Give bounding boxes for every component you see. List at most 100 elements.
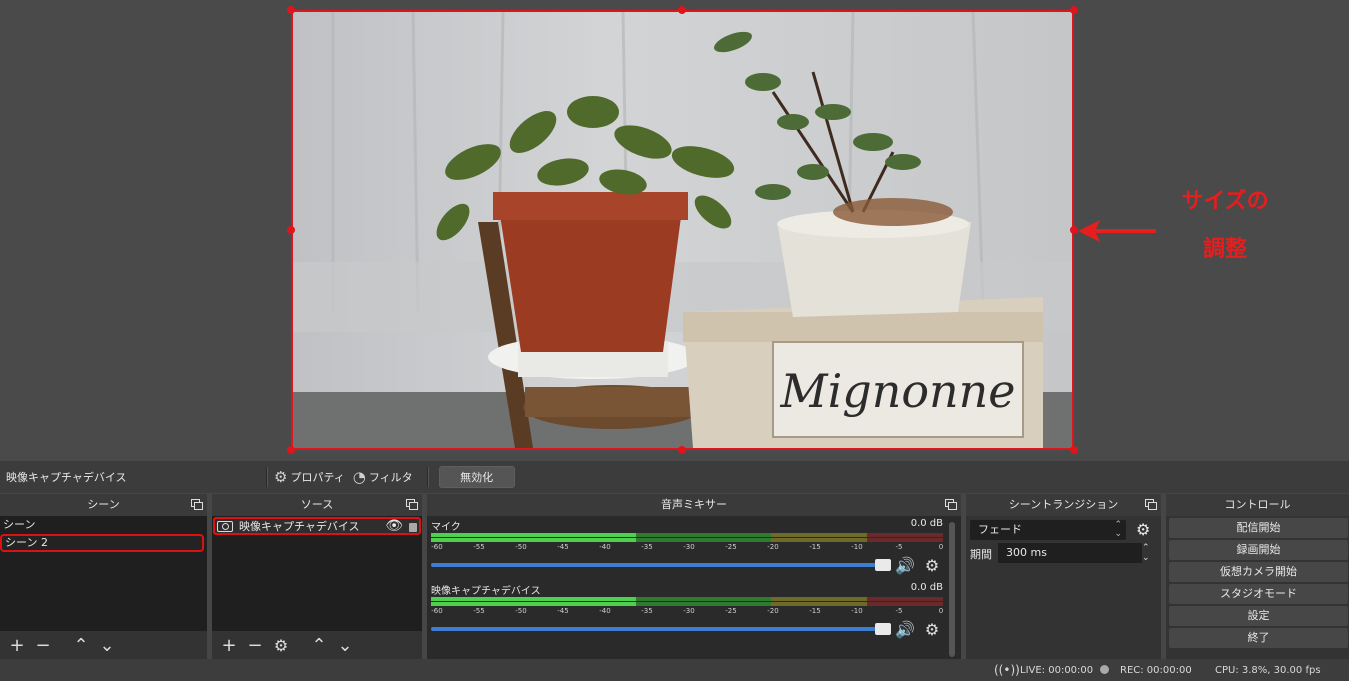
source-context-bar: 映像キャプチャデバイス ⚙ プロパティ ◔ フィルタ 無効化 — [0, 461, 1349, 493]
add-scene-icon[interactable]: + — [6, 634, 28, 656]
source-selection-frame[interactable]: Mignonne — [291, 10, 1074, 450]
meter-tick-label: -50 — [515, 607, 527, 615]
meter-tick-label: -40 — [599, 543, 611, 551]
resize-handle-right[interactable] — [1070, 226, 1078, 234]
move-down-icon[interactable]: ⌄ — [96, 634, 118, 656]
meter-tick-label: -20 — [767, 543, 779, 551]
controls-title: コントロール — [1166, 494, 1349, 516]
move-down-icon[interactable]: ⌄ — [334, 634, 356, 656]
meter-tick-label: -15 — [809, 543, 821, 551]
channel-level: 0.0 dB — [910, 518, 943, 529]
channel-name: 映像キャプチャデバイス — [431, 586, 541, 597]
resize-handle-left[interactable] — [287, 226, 295, 234]
meter-tick-label: -50 — [515, 543, 527, 551]
duration-spinner-icon[interactable]: ⌃ ⌄ — [1142, 543, 1150, 563]
camera-icon — [217, 520, 233, 532]
add-source-icon[interactable]: + — [218, 634, 240, 656]
meter-tick-label: 0 — [938, 543, 944, 551]
meter-tick-label: -5 — [895, 607, 903, 615]
start-virtual-camera-button[interactable]: 仮想カメラ開始 — [1169, 562, 1348, 582]
exit-button[interactable]: 終了 — [1169, 628, 1348, 648]
live-status: LIVE: 00:00:00 — [1020, 665, 1094, 676]
filters-button[interactable]: ◔ フィルタ — [353, 468, 413, 486]
meter-tick-label: -35 — [641, 543, 653, 551]
context-separator — [266, 467, 268, 487]
volume-slider[interactable] — [431, 623, 891, 635]
undock-icon[interactable] — [945, 499, 957, 510]
duration-label: 期間 — [970, 548, 992, 561]
resize-handle-top-right[interactable] — [1070, 6, 1078, 14]
scenes-dock: シーン シーン シーン 2 + − ⌃ ⌄ — [0, 494, 207, 659]
channel-gear-icon[interactable]: ⚙ — [925, 620, 939, 639]
meter-tick-label: -55 — [473, 543, 485, 551]
meter-tick-label: -5 — [895, 543, 903, 551]
annotation-line2: 調整 — [1202, 237, 1247, 262]
undock-icon[interactable] — [191, 499, 203, 510]
source-properties-gear-icon[interactable]: ⚙ — [270, 634, 292, 656]
remove-scene-icon[interactable]: − — [32, 634, 54, 656]
speaker-icon[interactable]: 🔊 — [895, 620, 915, 639]
mixer-body: マイク 0.0 dB -60 -55 -50 -45 -40 -35 -30 -25 -20 -1… — [427, 516, 961, 659]
meter-tick-label: -10 — [851, 607, 863, 615]
annotation-arrow-icon — [1078, 220, 1156, 242]
studio-mode-button[interactable]: スタジオモード — [1169, 584, 1348, 604]
source-item[interactable]: 映像キャプチャデバイス 👁 — [213, 517, 421, 535]
resize-handle-bottom-left[interactable] — [287, 446, 295, 454]
channel-level: 0.0 dB — [910, 582, 943, 593]
volume-slider[interactable] — [431, 559, 891, 571]
move-up-icon[interactable]: ⌃ — [70, 634, 92, 656]
controls-dock: コントロール 配信開始 録画開始 仮想カメラ開始 スタジオモード 設定 終了 — [1166, 494, 1349, 659]
gear-icon: ⚙ — [274, 468, 288, 486]
rec-status: REC: 00:00:00 — [1120, 665, 1192, 676]
channel-name: マイク — [431, 522, 461, 533]
filter-icon: ◔ — [352, 468, 366, 486]
volume-slider-knob[interactable] — [875, 623, 891, 635]
volume-meter — [431, 533, 943, 543]
mixer-title-label: 音声ミキサー — [661, 498, 727, 511]
mixer-title: 音声ミキサー — [427, 494, 961, 516]
properties-button[interactable]: ⚙ プロパティ — [274, 468, 345, 486]
resize-handle-top-left[interactable] — [287, 6, 295, 14]
resize-handle-bottom-right[interactable] — [1070, 446, 1078, 454]
transition-select[interactable]: フェード ⌃ ⌄ — [970, 520, 1126, 540]
move-up-icon[interactable]: ⌃ — [308, 634, 330, 656]
channel-gear-icon[interactable]: ⚙ — [925, 556, 939, 575]
controls-title-label: コントロール — [1224, 498, 1291, 511]
lock-icon[interactable] — [409, 522, 417, 532]
size-adjust-annotation: サイズの 調整 — [1165, 178, 1285, 274]
meter-tick-label: -60 — [431, 543, 443, 551]
resize-handle-bottom[interactable] — [678, 446, 686, 454]
meter-tick-label: -30 — [683, 543, 695, 551]
meter-tick-label: 0 — [938, 607, 944, 615]
mixer-scrollbar[interactable] — [949, 522, 955, 657]
disable-button[interactable]: 無効化 — [438, 466, 515, 488]
annotation-line1: サイズの — [1181, 189, 1269, 214]
scene-item[interactable]: シーン — [0, 516, 207, 534]
meter-tick-label: -10 — [851, 543, 863, 551]
start-recording-button[interactable]: 録画開始 — [1169, 540, 1348, 560]
resize-handle-top[interactable] — [678, 6, 686, 14]
sources-title-label: ソース — [300, 498, 334, 511]
undock-icon[interactable] — [1145, 499, 1157, 510]
source-item-label: 映像キャプチャデバイス — [239, 520, 360, 533]
preview-canvas[interactable]: Mignonne サイズの 調整 — [0, 0, 1349, 461]
scene-item-selected[interactable]: シーン 2 — [0, 534, 204, 552]
meter-tick-label: -45 — [557, 607, 569, 615]
speaker-icon[interactable]: 🔊 — [895, 556, 915, 575]
live-broadcast-icon: ((•)) — [994, 663, 1020, 677]
sources-title: ソース — [212, 494, 422, 516]
settings-button[interactable]: 設定 — [1169, 606, 1348, 626]
start-streaming-button[interactable]: 配信開始 — [1169, 518, 1348, 538]
scenes-toolbar: + − ⌃ ⌄ — [0, 631, 207, 659]
context-source-name: 映像キャプチャデバイス — [6, 471, 127, 484]
transition-gear-icon[interactable]: ⚙ — [1136, 520, 1150, 539]
volume-slider-knob[interactable] — [875, 559, 891, 571]
controls-body: 配信開始 録画開始 仮想カメラ開始 スタジオモード 設定 終了 — [1166, 516, 1349, 659]
meter-tick-label: -40 — [599, 607, 611, 615]
remove-source-icon[interactable]: − — [244, 634, 266, 656]
meter-tick-label: -15 — [809, 607, 821, 615]
undock-icon[interactable] — [406, 499, 418, 510]
crate-sign-text: Mignonne — [779, 364, 1015, 418]
duration-input[interactable]: 300 ms — [998, 543, 1142, 563]
visibility-eye-icon[interactable]: 👁 — [385, 518, 403, 534]
